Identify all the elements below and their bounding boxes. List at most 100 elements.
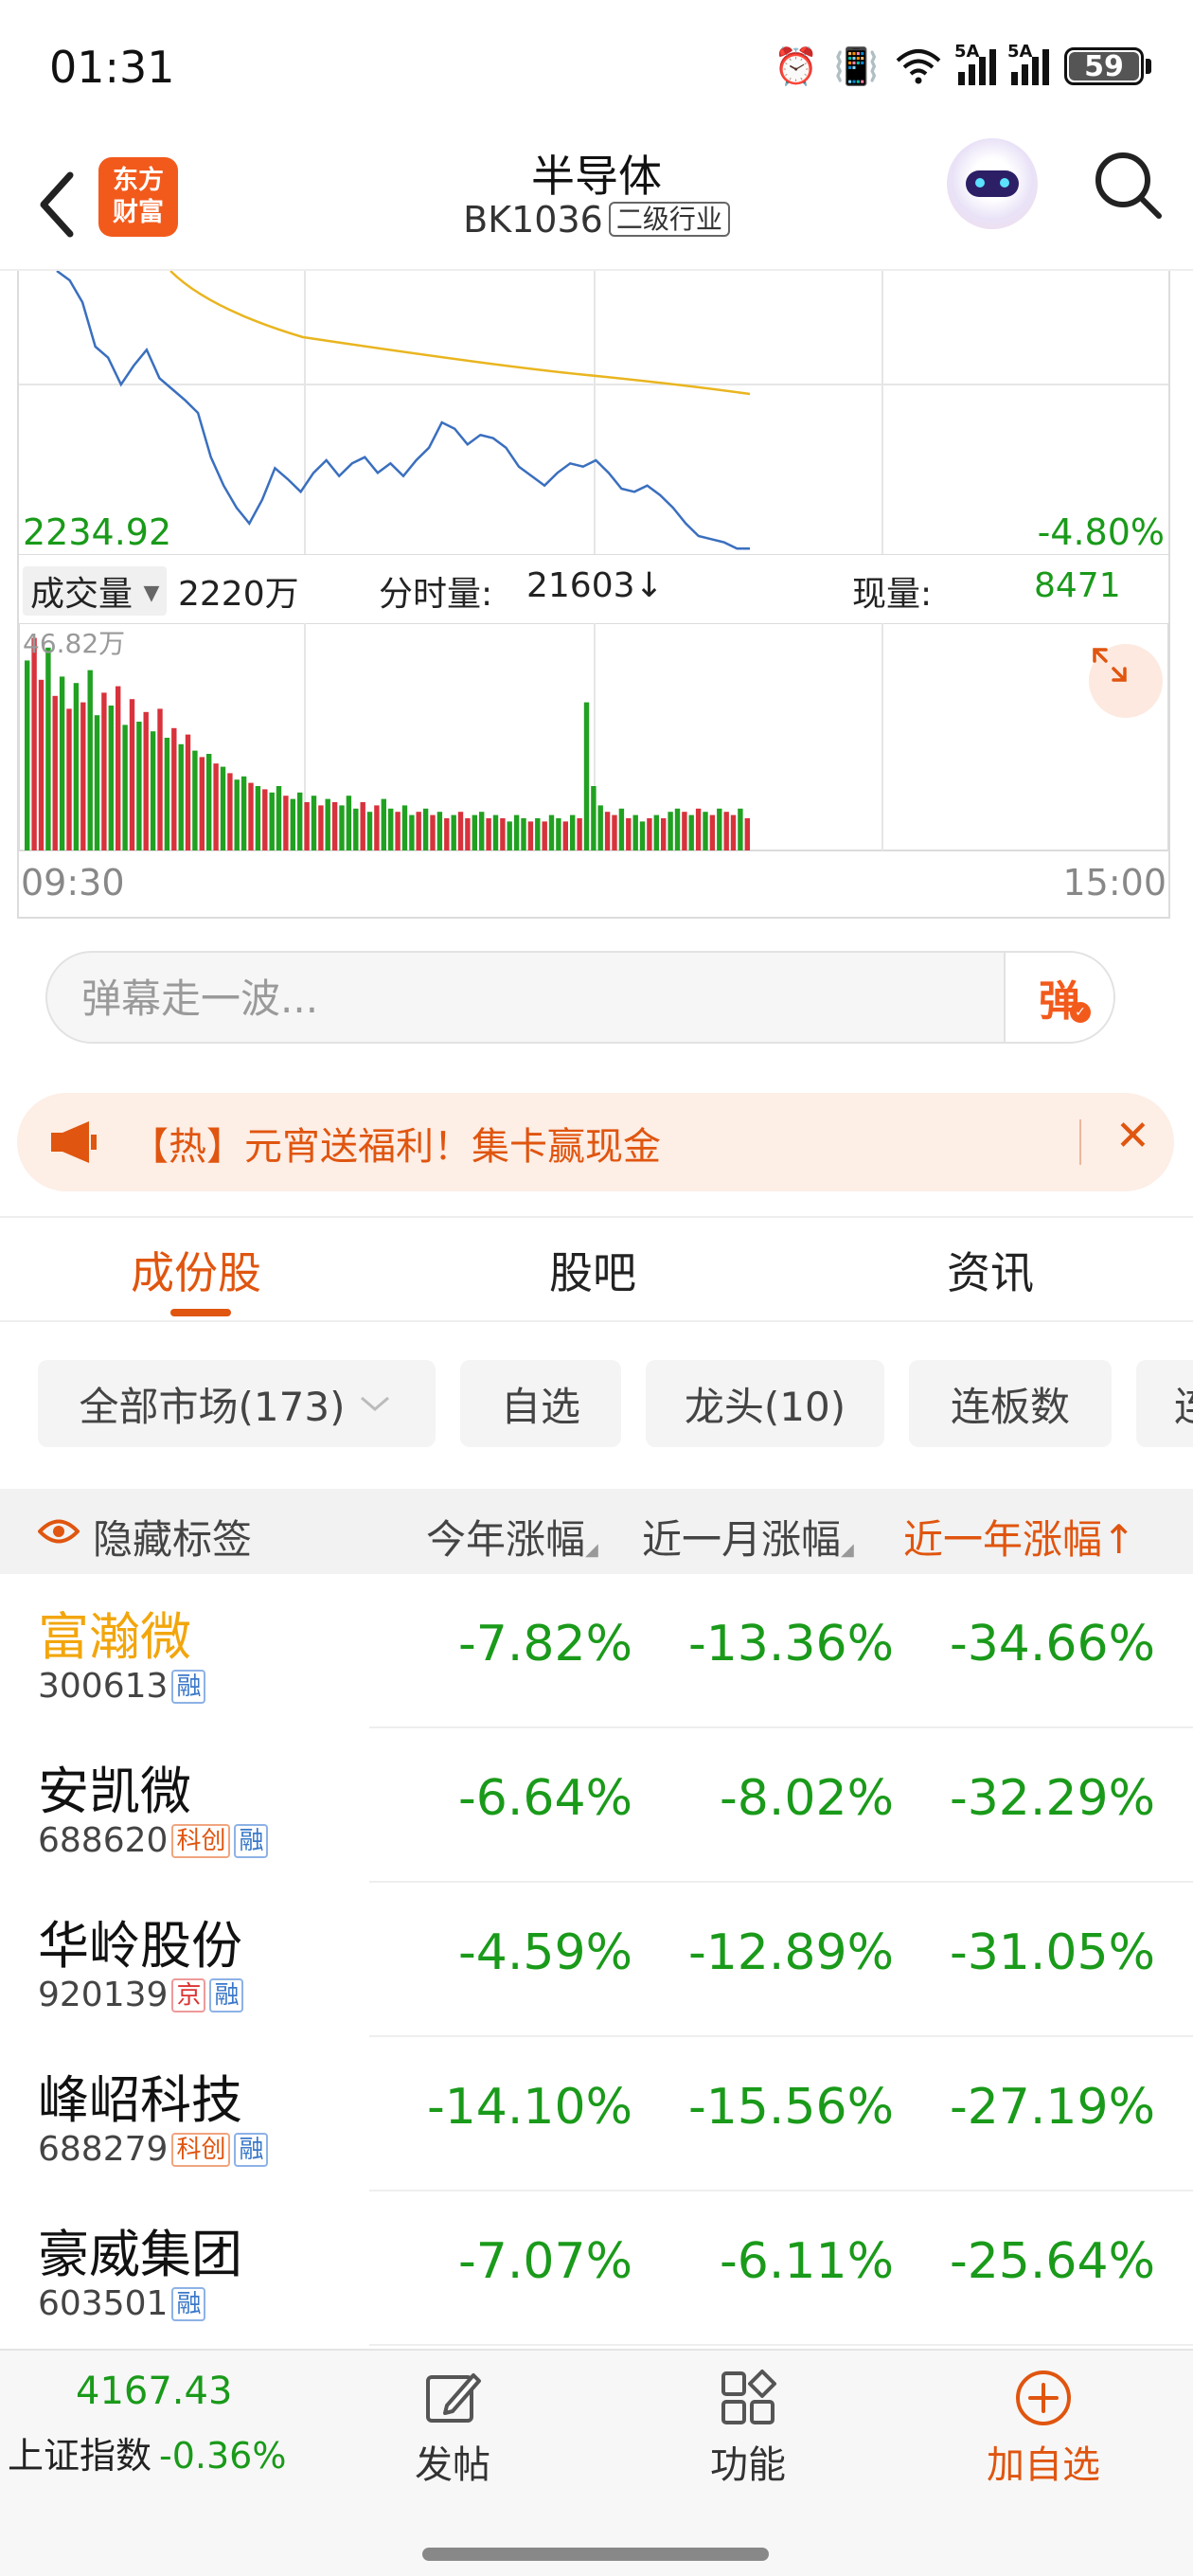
banner-divider — [1079, 1119, 1081, 1165]
badge-margin: 融 — [234, 1823, 269, 1858]
volume-bar — [185, 734, 191, 850]
nav-post[interactable]: 发帖 — [377, 2368, 528, 2489]
danmaku-toggle-button[interactable]: 弹 ✓ — [1004, 953, 1113, 1042]
volume-bar — [688, 814, 694, 850]
filter-leaders[interactable]: 龙头(10) — [646, 1360, 884, 1447]
table-header: 隐藏标签 今年涨幅◢ 近一月涨幅◢ 近一年涨幅↑ — [0, 1489, 1193, 1574]
volume-bar — [486, 818, 491, 850]
year-change: -31.05% — [949, 1924, 1155, 1981]
nav-post-label: 发帖 — [415, 2443, 490, 2487]
volume-bar — [730, 814, 737, 850]
volume-bar — [436, 812, 443, 850]
signal-2-label: 5A — [1007, 42, 1033, 62]
volume-bar — [304, 802, 310, 850]
year-change: -32.29% — [949, 1770, 1155, 1827]
volume-bar — [240, 776, 247, 850]
intraday-chart[interactable]: 2234.92 -4.80% 成交量 ▼ 2220万 分时量: 21603↓ 现… — [17, 271, 1170, 919]
table-row[interactable]: 华岭股份 920139 京 融 -4.59% -12.89% -31.05% — [0, 1883, 1193, 2037]
volume-bar — [626, 818, 632, 850]
volume-bar — [507, 821, 512, 850]
hide-tags-toggle[interactable]: 隐藏标签 — [93, 1508, 252, 1565]
col-header-1y[interactable]: 近一年涨幅↑ — [903, 1508, 1135, 1565]
nav-features[interactable]: 功能 — [672, 2368, 824, 2489]
volume-bar — [297, 792, 303, 850]
danmaku-input[interactable] — [81, 970, 990, 1027]
megaphone-icon — [51, 1121, 97, 1163]
volume-bar — [374, 805, 380, 850]
grid-icon — [721, 2370, 776, 2424]
volume-bar — [513, 814, 520, 850]
filter-all-markets[interactable]: 全部市场(173) — [38, 1360, 436, 1447]
badge-margin: 融 — [234, 2132, 269, 2167]
filter-more[interactable]: 连 — [1136, 1360, 1193, 1447]
table-row[interactable]: 富瀚微 300613 融 -7.82% -13.36% -34.66% — [0, 1574, 1193, 1728]
volume-bar — [353, 808, 359, 850]
tab-news[interactable]: 资讯 — [947, 1239, 1034, 1301]
volume-bar — [59, 676, 65, 850]
volume-bar — [129, 699, 135, 850]
volume-selector-label: 成交量 — [30, 575, 134, 614]
table-row[interactable]: 峰岹科技 688279 科创 融 -14.10% -15.56% -27.19% — [0, 2037, 1193, 2191]
tab-forum[interactable]: 股吧 — [549, 1239, 636, 1301]
tab-constituents[interactable]: 成份股 — [131, 1239, 261, 1301]
badge-margin: 融 — [171, 1669, 206, 1704]
price-line — [56, 271, 750, 550]
volume-bar — [597, 805, 603, 850]
sector-tag: 二级行业 — [608, 202, 730, 237]
home-indicator[interactable] — [422, 2548, 769, 2561]
volume-bar — [479, 812, 485, 850]
badge-beijing: 京 — [171, 1977, 206, 2012]
volume-chart — [19, 623, 1168, 851]
stock-name: 富瀚微 — [38, 1607, 191, 1667]
expand-chart-button[interactable] — [1089, 644, 1163, 718]
price-chart — [19, 271, 1168, 555]
volume-bar — [717, 808, 722, 850]
col-header-ytd[interactable]: 今年涨幅◢ — [426, 1508, 598, 1565]
volume-bar — [73, 683, 80, 850]
table-row[interactable]: 豪威集团 603501 融 -7.07% -6.11% -25.64% — [0, 2191, 1193, 2346]
month-change: -15.56% — [687, 2079, 894, 2136]
volume-bar — [108, 706, 114, 850]
volume-bar — [577, 818, 582, 850]
stock-name: 安凯微 — [38, 1762, 191, 1821]
volume-bar — [618, 808, 625, 850]
volume-bar — [422, 808, 429, 850]
stock-list: 富瀚微 300613 融 -7.82% -13.36% -34.66% 安凯微 … — [0, 1574, 1193, 2346]
col-header-1m[interactable]: 近一月涨幅◢ — [642, 1508, 854, 1565]
month-change: -12.89% — [687, 1924, 894, 1981]
volume-bar — [632, 814, 638, 850]
volume-bar — [262, 789, 268, 850]
volume-bar — [276, 786, 282, 850]
banner-text: 【热】元宵送福利！集卡赢现金 — [131, 1125, 661, 1169]
status-icons: ⏰ 📳 5A 5A 59 — [774, 42, 1151, 85]
volume-bar — [674, 808, 681, 850]
header: 东方 财富 半导体 BK1036 二级行业 — [0, 133, 1193, 271]
search-icon[interactable] — [1091, 148, 1166, 224]
volume-bar — [234, 779, 240, 850]
volume-bar — [723, 812, 729, 850]
close-icon[interactable]: ✕ — [1115, 1112, 1150, 1160]
col-header-1m-label: 近一月涨幅 — [642, 1516, 842, 1563]
stock-code-line: 688620 科创 融 — [38, 1821, 269, 1860]
index-name-line: 上证指数 -0.36% — [8, 2426, 286, 2478]
volume-bar — [388, 808, 394, 850]
filter-consecutive-limit[interactable]: 连板数 — [909, 1360, 1112, 1447]
filter-watchlist[interactable]: 自选 — [460, 1360, 621, 1447]
volume-bar — [157, 708, 163, 850]
volume-bar — [283, 796, 289, 850]
table-row[interactable]: 安凯微 688620 科创 融 -6.64% -8.02% -32.29% — [0, 1728, 1193, 1883]
robot-assistant-avatar[interactable] — [947, 138, 1038, 229]
average-line — [169, 271, 751, 396]
volume-bar — [492, 814, 499, 850]
nav-add-watchlist[interactable]: 加自选 — [968, 2368, 1119, 2489]
volume-bar — [122, 724, 128, 850]
volume-bar — [661, 818, 667, 850]
volume-selector[interactable]: 成交量 ▼ — [23, 566, 168, 616]
volume-bar — [527, 821, 534, 850]
tick-volume: 21603↓ — [526, 566, 664, 605]
volume-bar — [612, 814, 617, 850]
promo-banner[interactable]: 【热】元宵送福利！集卡赢现金 ✕ — [17, 1093, 1174, 1191]
eye-icon[interactable] — [38, 1515, 80, 1547]
badge-star-market: 科创 — [171, 1823, 231, 1858]
badge-star-market: 科创 — [171, 2132, 231, 2167]
